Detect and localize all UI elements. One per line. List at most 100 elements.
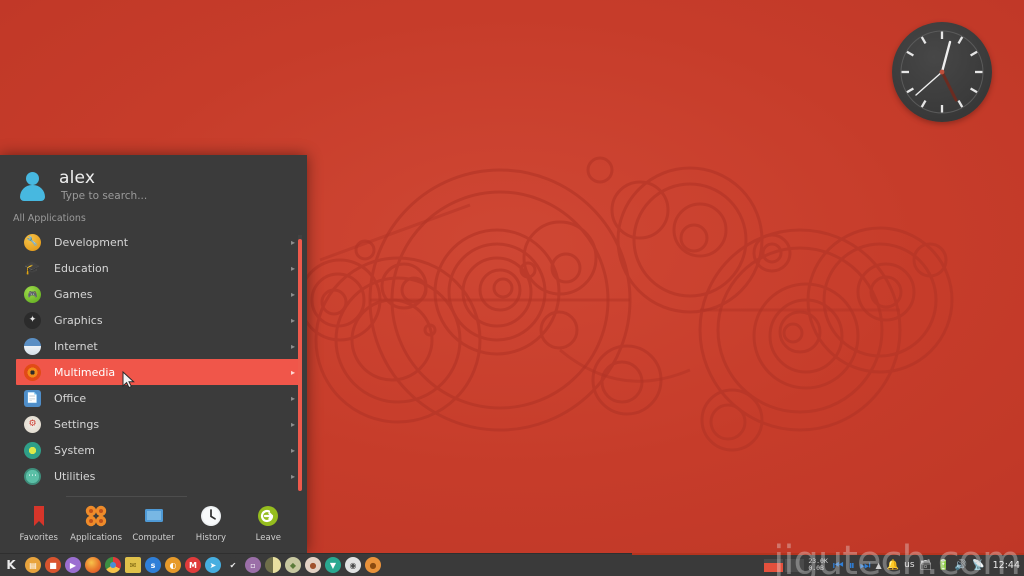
battery-icon[interactable]: 🔋 xyxy=(937,560,949,571)
skype-icon[interactable]: s xyxy=(145,557,161,573)
feed-reader-icon[interactable]: ◐ xyxy=(165,557,181,573)
media-player-icon[interactable]: ▶ xyxy=(65,557,81,573)
menu-item-office[interactable]: 📄 Office ▸ xyxy=(16,385,301,411)
panel-accent-line xyxy=(632,553,1024,555)
kde-kickoff-icon[interactable]: K xyxy=(0,554,22,576)
section-label: All Applications xyxy=(13,213,86,224)
tab-label: Computer xyxy=(132,533,175,543)
menu-item-label: Games xyxy=(54,287,93,301)
tab-label: History xyxy=(195,533,227,543)
tab-leave[interactable]: Leave xyxy=(240,504,297,543)
tab-favorites[interactable]: Favorites xyxy=(10,504,67,543)
clock-center-pin xyxy=(939,69,945,75)
clock-minute-hand xyxy=(940,40,952,74)
menu-item-system[interactable]: System ▸ xyxy=(16,437,301,463)
office-icon: 📄 xyxy=(24,389,41,407)
taskbar-clock[interactable]: 12:44 xyxy=(990,560,1020,571)
menu-item-label: Education xyxy=(54,261,109,275)
bell-icon[interactable]: 🔔 xyxy=(887,560,899,571)
menu-item-education[interactable]: 🎓 Education ▸ xyxy=(16,255,301,281)
multimedia-icon xyxy=(24,363,41,381)
file-manager-icon[interactable]: ▤ xyxy=(25,557,41,573)
menu-item-utilities[interactable]: ⋯ Utilities ▸ xyxy=(16,463,301,489)
power-logout-icon xyxy=(256,504,280,528)
keyboard-layout-indicator[interactable]: us xyxy=(904,560,914,570)
monitor-icon xyxy=(142,504,166,528)
internet-icon xyxy=(24,337,41,355)
kickoff-user-header: alex Type to search... xyxy=(0,155,307,209)
applications-grid-icon xyxy=(84,504,108,528)
clock-second-hand xyxy=(915,71,943,96)
menu-item-development[interactable]: 🔧 Development ▸ xyxy=(16,229,301,255)
tab-label: Favorites xyxy=(19,533,58,543)
checkmark-app-icon[interactable]: ✔ xyxy=(225,557,241,573)
menu-item-games[interactable]: 🎮 Games ▸ xyxy=(16,281,301,307)
games-icon: 🎮 xyxy=(24,285,41,303)
network-graph-down xyxy=(785,558,805,572)
contrast-app-icon[interactable] xyxy=(265,557,281,573)
user-name: alex xyxy=(59,168,96,188)
utilities-icon: ⋯ xyxy=(24,467,41,485)
menu-item-label: Graphics xyxy=(54,313,103,327)
clipboard-icon[interactable]: 🗃 xyxy=(920,560,933,571)
media-next-button[interactable]: ⏭ xyxy=(860,559,871,571)
mouse-cursor xyxy=(122,371,135,389)
paint-app-icon[interactable]: ● xyxy=(365,557,381,573)
tab-computer[interactable]: Computer xyxy=(125,504,182,543)
analog-clock-widget[interactable] xyxy=(892,22,992,122)
terminal-icon[interactable]: ■ xyxy=(45,557,61,573)
media-pause-button[interactable]: ⏸ xyxy=(849,559,855,571)
menu-item-label: Office xyxy=(54,391,87,405)
tab-label: Applications xyxy=(70,533,123,543)
bitwarden-icon[interactable]: ▫ xyxy=(245,557,261,573)
clock-face xyxy=(900,30,984,114)
eye-app-icon[interactable]: ◉ xyxy=(345,557,361,573)
clock-hour-hand xyxy=(940,70,958,102)
menu-item-graphics[interactable]: ✦ Graphics ▸ xyxy=(16,307,301,333)
desktop: alex Type to search... All Applications … xyxy=(0,0,1024,576)
menu-item-label: Multimedia xyxy=(54,365,116,379)
network-icon[interactable]: 📡 xyxy=(972,560,984,571)
show-hidden-icons-arrow[interactable]: ▲ xyxy=(876,561,882,570)
menu-item-multimedia[interactable]: Multimedia ▸ xyxy=(16,359,301,385)
taskbar-panel[interactable]: K ▤ ■ ▶ ✉ s ◐ M ➤ ✔ ▫ ◆ ● ▼ ◉ ● 23.0K 0.… xyxy=(0,538,1024,576)
settings-icon: ⚙ xyxy=(24,415,41,433)
firefox-icon[interactable] xyxy=(85,557,101,573)
graphics-icon: ✦ xyxy=(24,311,41,329)
media-previous-button[interactable]: ⏮ xyxy=(833,559,844,571)
volume-icon[interactable]: 🔊 xyxy=(955,560,967,571)
kickoff-tabbar[interactable]: Favorites Applications Computer History … xyxy=(0,497,307,553)
menu-item-internet[interactable]: Internet ▸ xyxy=(16,333,301,359)
menu-item-label: Settings xyxy=(54,417,100,431)
telegram-icon[interactable]: ➤ xyxy=(205,557,221,573)
avatar xyxy=(18,170,48,202)
tab-applications[interactable]: Applications xyxy=(67,504,124,543)
menu-item-label: Development xyxy=(54,235,129,249)
kickoff-application-menu[interactable]: alex Type to search... All Applications … xyxy=(0,155,307,553)
category-list[interactable]: 🔧 Development ▸ 🎓 Education ▸ 🎮 Games ▸ … xyxy=(0,229,307,496)
development-icon: 🔧 xyxy=(24,233,41,251)
system-tray[interactable]: 23.0K 0.0B ⏮ ⏸ ⏭ ▲ 🔔 us 🗃 🔋 🔊 📡 12:44 xyxy=(764,558,1024,572)
shield-app-icon[interactable]: ◆ xyxy=(285,557,301,573)
bookmark-icon xyxy=(27,504,51,528)
search-input[interactable]: Type to search... xyxy=(61,190,147,203)
clock-icon xyxy=(199,504,223,528)
menu-item-label: Utilities xyxy=(54,469,96,483)
chrome-icon[interactable] xyxy=(105,557,121,573)
network-graph-up xyxy=(764,558,784,572)
system-icon xyxy=(24,441,41,459)
network-down-value: 0.0B xyxy=(808,564,824,572)
education-icon: 🎓 xyxy=(24,260,41,276)
menu-item-label: Internet xyxy=(54,339,98,353)
menu-item-label: System xyxy=(54,443,96,457)
gmail-icon[interactable]: M xyxy=(185,557,201,573)
notes-app-icon[interactable]: ▼ xyxy=(325,557,341,573)
mail-client-icon[interactable]: ✉ xyxy=(125,557,141,573)
tab-label: Leave xyxy=(255,533,281,543)
taskbar-launcher-icons[interactable]: ▤ ■ ▶ ✉ s ◐ M ➤ ✔ ▫ ◆ ● ▼ ◉ ● xyxy=(22,557,381,573)
menu-item-settings[interactable]: ⚙ Settings ▸ xyxy=(16,411,301,437)
coffee-app-icon[interactable]: ● xyxy=(305,557,321,573)
tab-history[interactable]: History xyxy=(182,504,239,543)
network-monitor-widget[interactable]: 23.0K 0.0B xyxy=(764,558,828,572)
scrollbar-thumb[interactable] xyxy=(298,239,302,491)
